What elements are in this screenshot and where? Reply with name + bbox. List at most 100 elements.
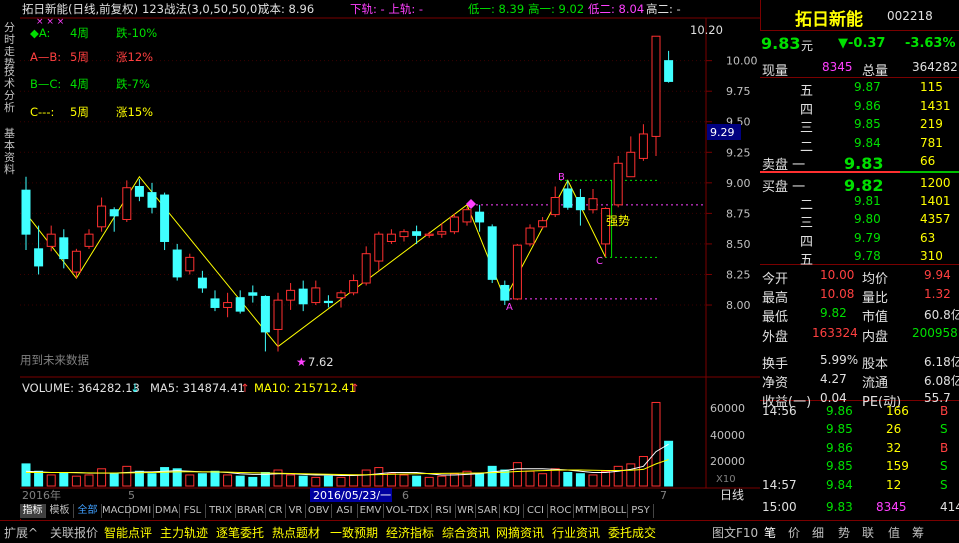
stat-label: 外盘: [762, 329, 789, 345]
side-tab[interactable]: 细: [812, 524, 824, 541]
bottom-tab[interactable]: 热点题材: [272, 524, 320, 541]
buy-volume: 310: [920, 248, 943, 263]
stat-label: 流通: [862, 376, 889, 391]
buy-row: 四 9.79 63: [760, 229, 959, 250]
point-c-label: C: [596, 256, 603, 267]
indicator-tab[interactable]: MACD: [102, 504, 132, 518]
volume-bar: [437, 475, 447, 487]
bottom-tab[interactable]: 图文F10: [712, 524, 758, 541]
sell-price: 9.83: [844, 154, 884, 174]
side-tab[interactable]: 势: [838, 524, 850, 541]
volume-bar: [525, 470, 535, 487]
date-month-6: 6: [402, 489, 409, 502]
bottom-tab[interactable]: 经济指标: [386, 524, 434, 541]
indicator-tab[interactable]: ROC: [548, 504, 574, 518]
indicator-tab[interactable]: BRAR: [236, 504, 266, 518]
legend-bc-change: 跌-7%: [116, 77, 150, 91]
sell-row: 五 9.87 115: [760, 78, 959, 99]
sell-row: 四 9.86 1431: [760, 97, 959, 118]
indicator-tab[interactable]: TRIX: [206, 504, 236, 518]
ma5-up-arrow-icon: ↑: [240, 381, 250, 395]
tick-row: 9.85 159 S: [760, 457, 959, 475]
candle-body: [538, 220, 548, 228]
bottom-tab[interactable]: 主力轨迹: [160, 524, 208, 541]
bottom-tab[interactable]: 智能点评: [104, 524, 152, 541]
tick-price: 9.86: [826, 404, 853, 418]
vtab-fundamental[interactable]: 基本资料: [1, 128, 18, 176]
indicator-tab[interactable]: 模板: [46, 504, 74, 518]
bottom-tab[interactable]: 委托成交: [608, 524, 656, 541]
candle-body: [273, 299, 283, 330]
indicator-tab[interactable]: ASI: [332, 504, 358, 518]
stat-row: 最低 9.82 市值 60.8亿: [760, 304, 959, 326]
period-daily[interactable]: 日线: [720, 488, 744, 502]
sell-volume: 219: [920, 117, 943, 132]
side-tab[interactable]: 值: [888, 524, 900, 541]
candle-body: [34, 248, 44, 267]
high-value-label: 10.20: [690, 23, 723, 37]
indicator-tab[interactable]: FSL: [180, 504, 206, 518]
indicator-tab[interactable]: WR: [456, 504, 476, 518]
volume-bar: [122, 465, 132, 487]
stat-value: 4.27: [820, 372, 847, 386]
stat-value: 9.94: [924, 268, 951, 282]
vtab-intraday[interactable]: 分时走势: [1, 22, 18, 70]
low-star-icon: ★: [296, 355, 307, 369]
strong-label: 强势: [606, 214, 630, 228]
legend-c-weeks: 5周: [70, 105, 89, 119]
indicator-tab[interactable]: 全部: [74, 504, 102, 518]
candle-body: [349, 280, 359, 294]
indicator-tab[interactable]: KDJ: [500, 504, 524, 518]
indicator-tab[interactable]: MTM: [574, 504, 600, 518]
indicator-tab[interactable]: PSY: [628, 504, 654, 518]
quote-panel: 拓日新能 002218 9.83 元 ▼-0.37 -3.63% 现量 8345…: [760, 0, 959, 520]
volume-label: VOLUME: 364282.13: [22, 381, 140, 395]
volume-bar: [588, 474, 598, 487]
candle-body: [399, 231, 409, 238]
candle-body: [412, 231, 422, 236]
candle-body: [487, 226, 497, 280]
bottom-tab[interactable]: 关联报价: [50, 524, 98, 541]
buy-row: 二 9.81 1401: [760, 192, 959, 213]
indicator-tab[interactable]: RSI: [432, 504, 456, 518]
side-tab[interactable]: 筹: [912, 524, 924, 541]
indicator-tab[interactable]: OBV: [306, 504, 332, 518]
volume-bar: [626, 463, 636, 487]
stat-label: 量比: [862, 291, 889, 307]
indicator-tab[interactable]: VOL-TDX: [384, 504, 432, 518]
indicator-tab[interactable]: CR: [266, 504, 286, 518]
tick-price: 9.84: [826, 477, 853, 492]
candle-body: [223, 302, 233, 308]
buy-price: 9.78: [854, 248, 881, 263]
indicator-tab[interactable]: 指标: [20, 504, 46, 518]
vtab-technical[interactable]: 技术分析: [1, 66, 18, 114]
stat-label: 市值: [862, 310, 889, 326]
legend-ab-change: 涨12%: [116, 50, 153, 64]
indicator-tab[interactable]: DMA: [154, 504, 180, 518]
bottom-tab-bar: 扩展^ 关联报价 智能点评 主力轨迹 逐笔委托 热点题材 一致预期 经济指标 综合资讯 网摘资讯行…: [0, 520, 959, 543]
bottom-tab[interactable]: 扩展^: [4, 524, 38, 541]
indicator-tab[interactable]: BOLL: [600, 504, 628, 518]
indicator-tab[interactable]: DMI: [130, 504, 154, 518]
bottom-tab[interactable]: 网摘资讯: [496, 524, 544, 541]
sell-level-label: 卖盘 一: [762, 158, 806, 174]
candle-body: [147, 192, 157, 208]
indicator-tab[interactable]: EMV: [358, 504, 384, 518]
legend-a-change: 跌-10%: [116, 26, 157, 40]
bottom-tab[interactable]: 逐笔委托: [216, 524, 264, 541]
bottom-tab[interactable]: 行业资讯: [552, 524, 600, 541]
quote-title-bar: 拓日新能 002218: [760, 0, 959, 31]
side-tab[interactable]: 笔: [764, 524, 776, 541]
side-tab[interactable]: 联: [862, 524, 874, 541]
buy-price: 9.80: [854, 212, 881, 227]
bottom-tab[interactable]: 综合资讯: [442, 524, 490, 541]
volume-bar: [223, 474, 233, 487]
candle-body: [21, 189, 31, 235]
indicator-tab[interactable]: SAR: [476, 504, 500, 518]
kline-chart[interactable]: 拓日新能(日线,前复权) 123战法(3,0,50,50,0) 成本: 8.96…: [20, 0, 760, 503]
indicator-tab[interactable]: VR: [286, 504, 306, 518]
bottom-tab[interactable]: 一致预期: [330, 524, 378, 541]
indicator-tab[interactable]: CCI: [524, 504, 548, 518]
side-tab[interactable]: 价: [788, 524, 800, 541]
candle-body: [197, 277, 207, 289]
